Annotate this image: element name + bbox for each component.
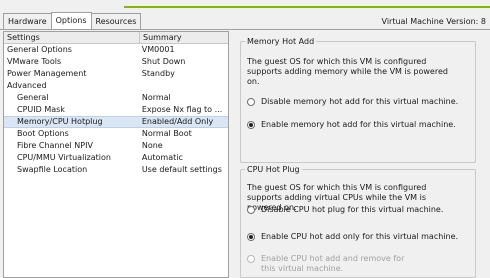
option-label: Enable CPU hot add only for this virtual… <box>261 232 459 241</box>
setting-name: General Options <box>7 45 72 54</box>
accent-bar <box>124 6 490 8</box>
setting-name: Boot Options <box>17 129 69 138</box>
option-label-disabled: Enable CPU hot add and remove for this v… <box>261 254 405 273</box>
top-strip <box>0 0 490 8</box>
setting-name: Power Management <box>7 69 87 78</box>
setting-summary: Enabled/Add Only <box>138 116 228 128</box>
settings-table: Settings Summary General Options VM0001 V… <box>3 31 229 278</box>
enable-cpu-hot-add-remove-option: Enable CPU hot add and remove for this v… <box>247 254 421 274</box>
table-row[interactable]: Fibre Channel NPIV None <box>4 140 228 152</box>
setting-name: VMware Tools <box>7 57 62 66</box>
table-row[interactable]: Advanced <box>4 80 228 92</box>
tab-resources[interactable]: Resources <box>90 13 142 29</box>
memory-hot-add-description: The guest OS for which this VM is config… <box>247 57 448 86</box>
option-label: Disable CPU hot plug for this virtual ma… <box>261 205 444 214</box>
table-row[interactable]: VMware Tools Shut Down <box>4 56 228 68</box>
radio-button-disabled <box>247 255 255 263</box>
table-row[interactable]: CPU/MMU Virtualization Automatic <box>4 152 228 164</box>
table-row[interactable]: Power Management Standby <box>4 68 228 80</box>
setting-name: CPU/MMU Virtualization <box>17 153 111 162</box>
memory-hot-add-group: Memory Hot Add The guest OS for which th… <box>240 36 476 163</box>
radio-button-selected[interactable] <box>247 121 255 129</box>
option-label: Disable memory hot add for this virtual … <box>261 97 459 106</box>
table-row-selected[interactable]: Memory/CPU Hotplug Enabled/Add Only <box>4 116 228 128</box>
enable-memory-hot-add-option[interactable]: Enable memory hot add for this virtual m… <box>247 120 456 129</box>
cpu-hot-plug-group: CPU Hot Plug The guest OS for which this… <box>240 164 476 278</box>
radio-button[interactable] <box>247 206 255 214</box>
setting-summary: Normal <box>141 93 171 102</box>
cpu-hot-plug-title: CPU Hot Plug <box>245 164 302 175</box>
tab-hardware[interactable]: Hardware <box>3 13 52 29</box>
setting-summary: Expose Nx flag to ... <box>141 105 223 114</box>
column-header-settings[interactable]: Settings <box>4 32 140 43</box>
setting-summary: Automatic <box>141 153 183 162</box>
setting-summary: Normal Boot <box>141 129 192 138</box>
setting-summary: Shut Down <box>141 57 186 66</box>
setting-name: General <box>17 93 49 102</box>
disable-memory-hot-add-option[interactable]: Disable memory hot add for this virtual … <box>247 97 458 106</box>
table-row[interactable]: General Options VM0001 <box>4 44 228 56</box>
table-header: Settings Summary <box>4 32 228 44</box>
setting-summary: None <box>141 141 163 150</box>
tab-options[interactable]: Options <box>50 12 92 29</box>
radio-button[interactable] <box>247 98 255 106</box>
disable-cpu-hot-plug-option[interactable]: Disable CPU hot plug for this virtual ma… <box>247 205 443 214</box>
setting-name: Advanced <box>7 81 47 90</box>
column-header-summary[interactable]: Summary <box>140 32 182 43</box>
setting-name: Fibre Channel NPIV <box>17 141 93 150</box>
tab-bar: Hardware Options Resources <box>3 12 142 29</box>
tab-divider <box>0 29 490 30</box>
option-label: Enable memory hot add for this virtual m… <box>261 120 456 129</box>
vm-version-label: Virtual Machine Version: 8 <box>381 17 486 26</box>
setting-name: Swapfile Location <box>17 165 88 174</box>
table-row[interactable]: Boot Options Normal Boot <box>4 128 228 140</box>
radio-button-selected[interactable] <box>247 233 255 241</box>
table-row[interactable]: Swapfile Location Use default settings <box>4 164 228 176</box>
table-row[interactable]: CPUID Mask Expose Nx flag to ... <box>4 104 228 116</box>
memory-hot-add-title: Memory Hot Add <box>245 36 317 47</box>
setting-name: CPUID Mask <box>17 105 65 114</box>
enable-cpu-hot-add-only-option[interactable]: Enable CPU hot add only for this virtual… <box>247 232 458 241</box>
setting-name: Memory/CPU Hotplug <box>4 116 139 128</box>
setting-summary: Standby <box>141 69 175 78</box>
setting-summary: Use default settings <box>141 165 222 174</box>
setting-summary <box>139 80 228 92</box>
setting-summary: VM0001 <box>141 45 175 54</box>
table-row[interactable]: General Normal <box>4 92 228 104</box>
